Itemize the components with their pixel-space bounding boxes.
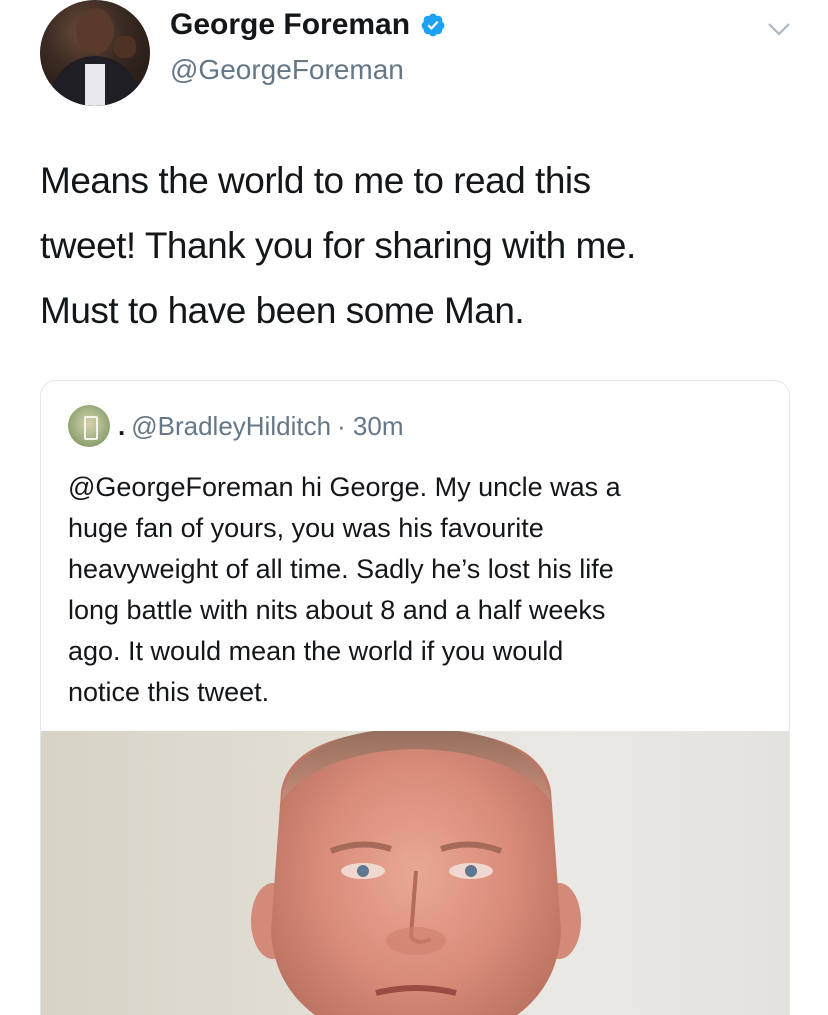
quoted-text-line: ago. It would mean the world if you woul… [68, 636, 564, 666]
quoted-tweet-card[interactable]: . @BradleyHilditch · 30m @GeorgeForeman … [40, 380, 790, 1015]
quoted-text-line: @GeorgeForeman hi George. My uncle was a [68, 472, 621, 502]
quoted-author-handle[interactable]: @BradleyHilditch [131, 411, 331, 442]
tweet-text-line: tweet! Thank you for sharing with me. [40, 225, 636, 266]
tweet-text: Means the world to me to read this tweet… [40, 148, 800, 343]
quoted-tweet-photo[interactable] [41, 731, 789, 1015]
quoted-text-line: long battle with nits about 8 and a half… [68, 595, 606, 625]
quoted-text-line: notice this tweet. [68, 677, 270, 707]
quoted-author-avatar[interactable] [68, 405, 110, 447]
quoted-text-line: heavyweight of all time. Sadly he’s lost… [68, 554, 614, 584]
author-avatar[interactable] [40, 0, 150, 106]
author-name[interactable]: George Foreman [170, 8, 446, 42]
verified-badge-icon [421, 13, 445, 37]
chevron-down-icon[interactable] [766, 20, 792, 38]
quoted-tweet-time: · 30m [337, 410, 404, 441]
quoted-tweet-text: @GeorgeForeman hi George. My uncle was a… [68, 467, 768, 713]
tweet-text-line: Must to have been some Man. [40, 290, 525, 331]
author-name-text: George Foreman [170, 8, 411, 41]
tweet-view: George Foreman @GeorgeForeman Means the … [0, 0, 828, 1015]
tweet-text-line: Means the world to me to read this [40, 160, 591, 201]
quoted-tweet-header: . @BradleyHilditch · 30m [68, 405, 404, 447]
author-handle[interactable]: @GeorgeForeman [170, 54, 404, 86]
quoted-text-line: huge fan of yours, you was his favourite [68, 513, 544, 543]
quoted-author-name: . [118, 410, 126, 441]
portrait-illustration [251, 731, 581, 1015]
